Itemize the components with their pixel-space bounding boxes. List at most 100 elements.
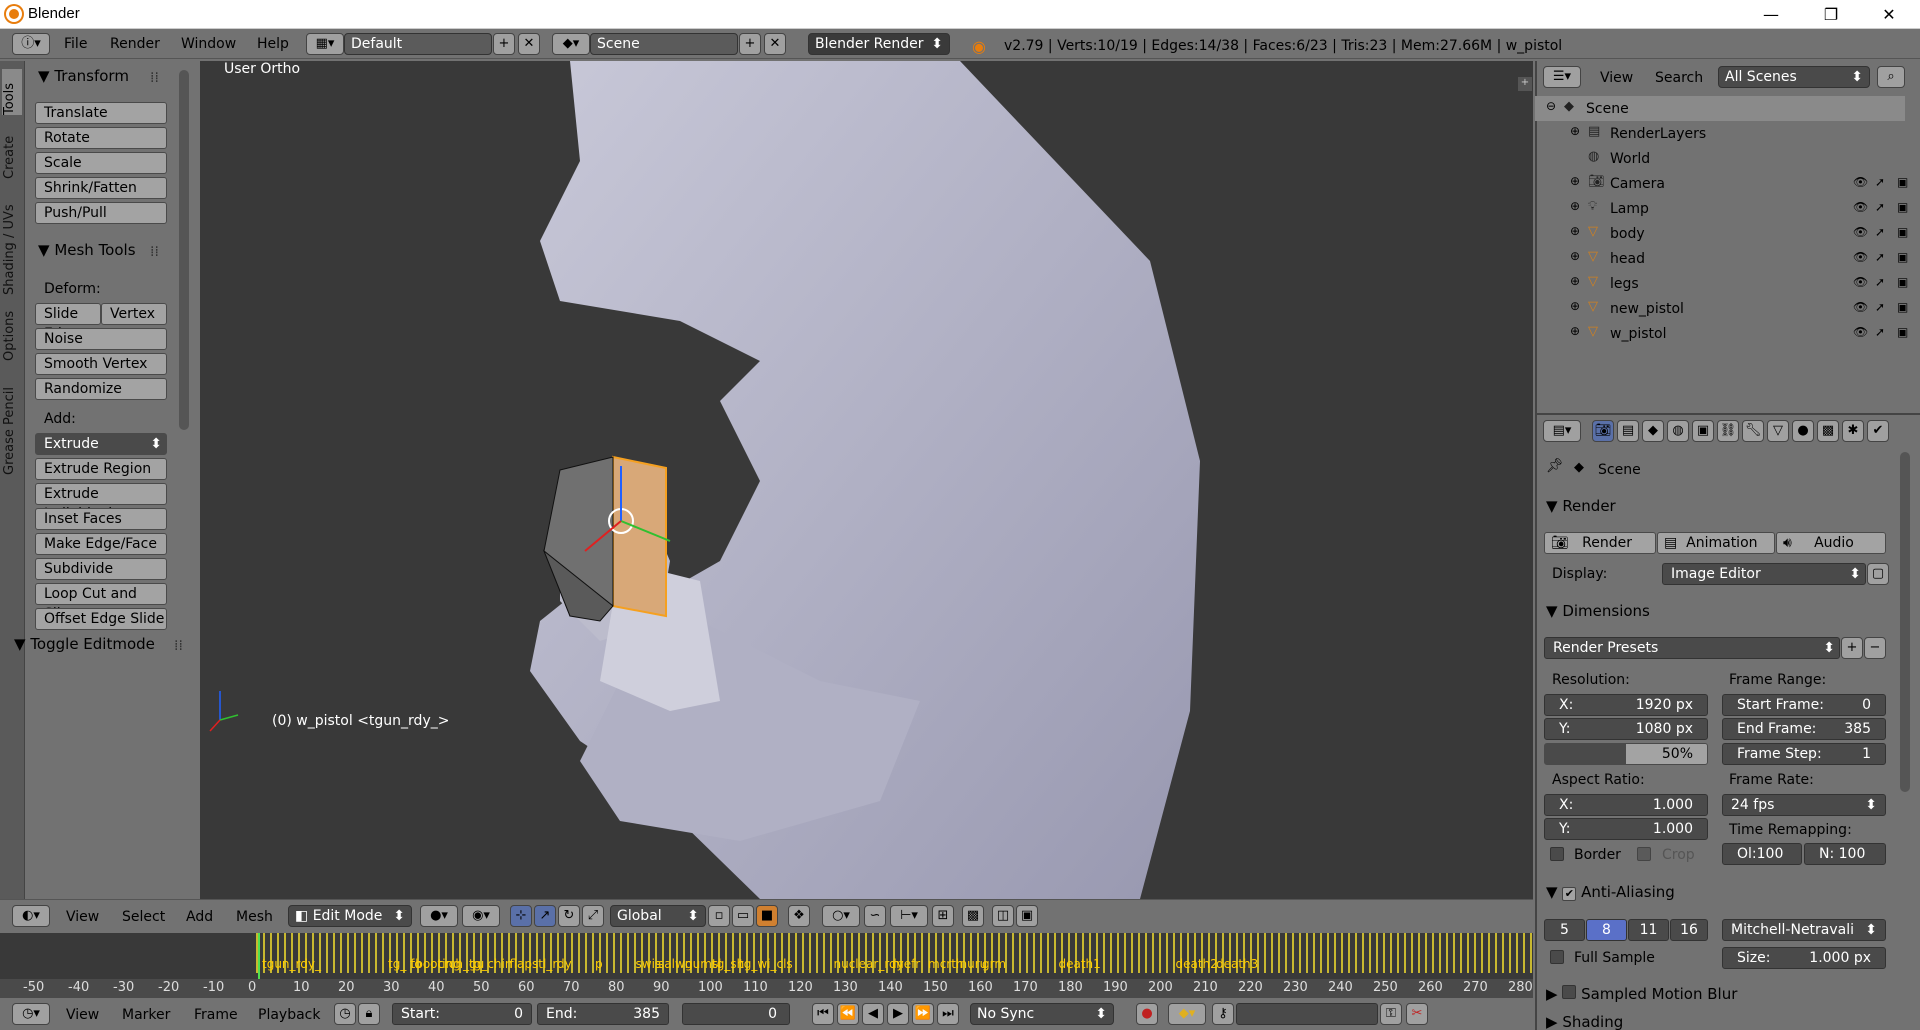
render-toggle-icon[interactable]: ▣ xyxy=(1897,275,1908,289)
screen-layout-field[interactable]: Default xyxy=(344,33,492,55)
loop-cut-button[interactable]: Loop Cut and Sli... xyxy=(35,583,167,622)
eye-icon[interactable]: 👁︎ xyxy=(1853,200,1868,214)
start-frame-field[interactable]: Start: 0 xyxy=(392,1003,532,1025)
expand-toggle-icon[interactable]: ⊕ xyxy=(1570,174,1580,188)
menu-help[interactable]: Help xyxy=(257,36,289,52)
physics-tab-icon[interactable]: ✔ xyxy=(1867,420,1889,442)
crop-checkbox[interactable] xyxy=(1637,847,1651,861)
cursor-select-icon[interactable]: ➚ xyxy=(1875,325,1885,339)
start-frame-prop-field[interactable]: Start Frame: 0 xyxy=(1722,694,1886,716)
shading-panel-header[interactable]: ▶ Shading xyxy=(1546,1013,1623,1030)
audio-button[interactable]: 🔊︎ Audio xyxy=(1776,532,1886,554)
randomize-button[interactable]: Randomize xyxy=(35,378,167,400)
expand-toggle-icon[interactable]: ⊕ xyxy=(1570,274,1580,288)
viewport-shading-icon[interactable]: ●▾ xyxy=(420,905,458,927)
add-scene-icon[interactable]: + xyxy=(739,33,761,55)
outliner-row-camera[interactable]: ⊕ 📷︎ Camera 👁︎ ➚ ▣ xyxy=(1535,172,1920,197)
outliner-row-renderlayers[interactable]: ⊕ ▤ RenderLayers xyxy=(1535,122,1920,147)
add-preset-icon[interactable]: + xyxy=(1841,637,1863,659)
menu-mesh[interactable]: Mesh xyxy=(236,909,273,925)
aa-filter-select[interactable]: Mitchell-Netravali ⬍ xyxy=(1722,919,1886,941)
eye-icon[interactable]: 👁︎ xyxy=(1853,175,1868,189)
menu-view[interactable]: View xyxy=(66,909,99,925)
transform-orientation-select[interactable]: Global ⬍ xyxy=(610,905,706,927)
tab-create[interactable]: Create xyxy=(2,121,17,179)
render-toggle-icon[interactable]: ▣ xyxy=(1897,225,1908,239)
eye-icon[interactable]: 👁︎ xyxy=(1853,300,1868,314)
render-toggle-icon[interactable]: ▣ xyxy=(1897,325,1908,339)
outliner-row-w-pistol[interactable]: ⊕ ▽ w_pistol 👁︎ ➚ ▣ xyxy=(1535,322,1920,347)
expand-toggle-icon[interactable]: ⊕ xyxy=(1570,249,1580,263)
constraints-tab-icon[interactable]: ⛓ xyxy=(1717,420,1739,442)
render-toggle-icon[interactable]: ▣ xyxy=(1897,300,1908,314)
screen-layout-icon[interactable]: ▦▾ xyxy=(306,33,344,55)
translate-manipulator-icon[interactable]: ↗ xyxy=(534,905,556,927)
3d-viewport[interactable]: User Ortho (0) w_pistol <tgun_rdy_> + xyxy=(200,61,1533,899)
eye-icon[interactable]: 👁︎ xyxy=(1853,250,1868,264)
aspect-x-field[interactable]: X: 1.000 xyxy=(1544,794,1708,816)
edge-select-icon[interactable]: ▭ xyxy=(732,905,754,927)
render-toggle-icon[interactable]: ▣ xyxy=(1897,200,1908,214)
jump-end-icon[interactable]: ⏭ xyxy=(937,1003,959,1025)
render-toggle-icon[interactable]: ▣ xyxy=(1897,250,1908,264)
render-toggle-icon[interactable]: ▣ xyxy=(1897,175,1908,189)
frame-step-field[interactable]: Frame Step: 1 xyxy=(1722,743,1886,765)
minimize-button[interactable]: — xyxy=(1742,0,1800,29)
rotate-manipulator-icon[interactable]: ↻ xyxy=(558,905,580,927)
menu-file[interactable]: File xyxy=(64,36,87,52)
search-icon[interactable]: ⌕ xyxy=(1877,66,1905,88)
extrude-dropdown[interactable]: Extrude ⬍ xyxy=(35,433,167,455)
timeline-marker[interactable]: tg_wi_cls xyxy=(739,957,793,971)
tab-shading-uvs[interactable]: Shading / UVs xyxy=(2,187,17,295)
make-edge-face-button[interactable]: Make Edge/Face xyxy=(35,533,167,555)
timeline-marker[interactable]: mefr xyxy=(892,957,920,971)
scale-manipulator-icon[interactable]: ⤢ xyxy=(582,905,604,927)
mesh-tools-panel-header[interactable]: ▼ Mesh Tools xyxy=(38,241,136,259)
timeline[interactable]: tgun_rdy_ tg_ fo tbooting crch_gu tg_chin fla… xyxy=(0,933,1534,998)
lock-icon[interactable]: 🔒︎ xyxy=(358,1003,380,1025)
keying-icon[interactable]: ◆▾ xyxy=(1168,1003,1206,1025)
vertex-select-icon[interactable]: ▫ xyxy=(708,905,730,927)
jump-start-icon[interactable]: ⏮ xyxy=(812,1003,834,1025)
push-pull-button[interactable]: Push/Pull xyxy=(35,202,167,224)
render-panel-header[interactable]: ▼ Render xyxy=(1546,497,1616,515)
timeline-menu-marker[interactable]: Marker xyxy=(122,1007,170,1023)
rotate-button[interactable]: Rotate xyxy=(35,127,167,149)
outliner-row-head[interactable]: ⊕ ▽ head 👁︎ ➚ ▣ xyxy=(1535,247,1920,272)
frame-rate-select[interactable]: 24 fps ⬍ xyxy=(1722,794,1886,816)
cursor-select-icon[interactable]: ➚ xyxy=(1875,200,1885,214)
shrink-fatten-button[interactable]: Shrink/Fatten xyxy=(35,177,167,199)
timeline-editor-type-icon[interactable]: ◷▾ xyxy=(12,1003,50,1025)
insert-keyframe-icon[interactable]: ⚿ xyxy=(1380,1003,1402,1025)
occlude-geometry-icon[interactable]: ❖ xyxy=(788,905,810,927)
menu-select[interactable]: Select xyxy=(122,909,165,925)
drag-handle-icon[interactable]: ⁞⁞ xyxy=(150,70,159,86)
camera-preview-icon[interactable]: ▣ xyxy=(1016,905,1038,927)
plus-icon[interactable]: + xyxy=(1518,77,1532,91)
remove-screen-icon[interactable]: ✕ xyxy=(518,33,540,55)
timeline-menu-playback[interactable]: Playback xyxy=(258,1007,320,1023)
anti-aliasing-panel-header[interactable]: ▼ ✔ Anti-Aliasing xyxy=(1546,883,1675,901)
timeline-menu-view[interactable]: View xyxy=(66,1007,99,1023)
timeline-marker[interactable]: grm xyxy=(982,957,1006,971)
cursor-select-icon[interactable]: ➚ xyxy=(1875,300,1885,314)
keying-set-field[interactable] xyxy=(1236,1003,1378,1025)
render-presets-select[interactable]: Render Presets ⬍ xyxy=(1544,637,1840,659)
expand-toggle-icon[interactable]: ⊕ xyxy=(1570,124,1580,138)
outliner-menu-view[interactable]: View xyxy=(1600,70,1633,86)
toggle-editmode-panel-header[interactable]: ▼ Toggle Editmode xyxy=(14,635,155,653)
tab-tools[interactable]: Tools xyxy=(2,69,22,115)
cursor-select-icon[interactable]: ➚ xyxy=(1875,225,1885,239)
timeline-marker[interactable]: flapstl_rdy xyxy=(510,957,572,971)
noise-button[interactable]: Noise xyxy=(35,328,167,350)
delete-keyframe-icon[interactable]: ✂ xyxy=(1406,1003,1428,1025)
animation-button[interactable]: ▤ Animation xyxy=(1657,532,1775,554)
scene-tab-icon[interactable]: ◆ xyxy=(1642,420,1664,442)
time-remap-new-field[interactable]: N: 100 xyxy=(1804,843,1886,865)
maximize-button[interactable]: ❐ xyxy=(1802,0,1860,29)
aspect-y-field[interactable]: Y: 1.000 xyxy=(1544,818,1708,840)
proportional-falloff-icon[interactable]: ∽ xyxy=(864,905,886,927)
outliner-row-world[interactable]: ◍ World xyxy=(1535,147,1920,172)
timeline-marker[interactable]: death2 xyxy=(1176,957,1218,971)
outliner-row-body[interactable]: ⊕ ▽ body 👁︎ ➚ ▣ xyxy=(1535,222,1920,247)
